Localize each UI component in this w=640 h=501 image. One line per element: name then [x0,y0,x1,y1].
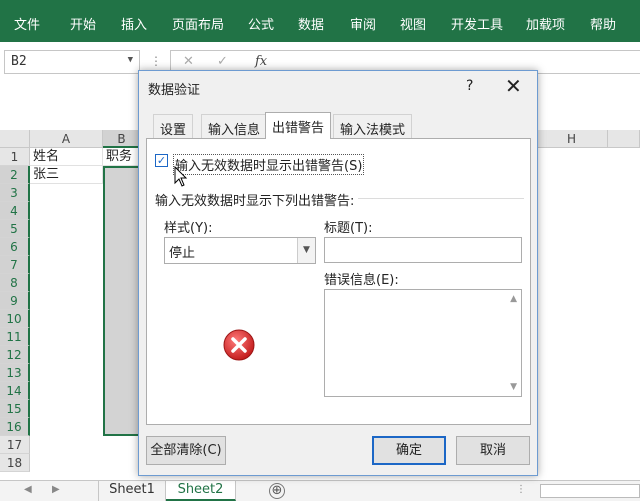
row-header[interactable]: 3 [0,184,30,202]
tab-input-message[interactable]: 输入信息 [201,114,268,138]
tab-view[interactable]: 视图 [400,14,426,33]
close-icon[interactable]: ✕ [505,74,522,98]
row-header[interactable]: 16 [0,418,30,436]
add-sheet-icon[interactable]: ⊕ [269,483,285,499]
sheet-tab-sheet1[interactable]: Sheet1 [98,481,166,501]
row-header[interactable]: 17 [0,436,30,454]
tab-formulas[interactable]: 公式 [248,14,274,33]
row-header[interactable]: 8 [0,274,30,292]
selected-range[interactable] [103,166,141,436]
row-header[interactable]: 9 [0,292,30,310]
tab-home[interactable]: 开始 [70,14,96,33]
dialog-title: 数据验证 [148,83,201,98]
data-validation-dialog: 数据验证 ? ✕ 设置 输入信息 出错警告 输入法模式 ✓ 输入无效数据时显示出… [138,70,538,476]
show-error-checkbox-label[interactable]: 输入无效数据时显示出错警告(S) [173,154,365,175]
column-header-i[interactable] [608,130,640,148]
cell-a2[interactable]: 张三 [30,166,103,184]
tab-settings[interactable]: 设置 [153,114,194,138]
column-header-a[interactable]: A [30,130,103,148]
name-box[interactable]: B2 ▼ [4,50,140,74]
tab-review[interactable]: 审阅 [350,14,376,33]
tab-page-layout[interactable]: 页面布局 [172,14,224,33]
row-header[interactable]: 1 [0,148,30,166]
row-header[interactable]: 11 [0,328,30,346]
title-label: 标题(T): [324,221,373,236]
style-select[interactable]: 停止 ▼ [164,237,316,264]
tab-file[interactable]: 文件 [14,14,40,33]
group-label: 输入无效数据时显示下列出错警告: [155,190,359,209]
enter-icon[interactable]: ✓ [217,54,228,69]
error-message-textarea[interactable]: ▲ ▼ [324,289,522,397]
tab-help[interactable]: 帮助 [590,14,616,33]
tab-developer[interactable]: 开发工具 [451,14,503,33]
tab-data[interactable]: 数据 [298,14,324,33]
chevron-down-icon[interactable]: ▼ [297,238,315,263]
error-alert-panel: ✓ 输入无效数据时显示出错警告(S) 输入无效数据时显示下列出错警告: 样式(Y… [146,138,531,425]
more-icon: ⋮ [516,484,526,495]
style-label: 样式(Y): [164,221,213,236]
ribbon-tabs: 文件 开始 插入 页面布局 公式 数据 审阅 视图 开发工具 加载项 帮助 [0,0,640,42]
chevron-down-icon[interactable]: ▼ [128,55,133,65]
row-header[interactable]: 6 [0,238,30,256]
row-header[interactable]: 10 [0,310,30,328]
cell-a1[interactable]: 姓名 [30,148,103,166]
insert-function-icon[interactable]: fx [255,54,267,69]
name-box-value: B2 [11,54,27,69]
stop-error-icon [223,329,255,361]
style-select-value: 停止 [169,246,196,261]
horizontal-scrollbar[interactable] [540,484,640,498]
scroll-left-icon[interactable]: ◀ [24,484,32,495]
cancel-icon[interactable]: ✕ [183,54,194,69]
cancel-button[interactable]: 取消 [456,436,530,465]
tab-ime-mode[interactable]: 输入法模式 [333,114,413,138]
row-header[interactable]: 2 [0,166,30,184]
scroll-right-icon[interactable]: ▶ [52,484,60,495]
mouse-cursor-icon [174,166,188,187]
row-header[interactable]: 18 [0,454,30,472]
row-header[interactable]: 15 [0,400,30,418]
row-header[interactable]: 14 [0,382,30,400]
tab-addins[interactable]: 加载项 [526,14,565,33]
column-header-b[interactable]: B [103,130,141,148]
select-all-corner[interactable] [0,130,30,148]
help-icon[interactable]: ? [466,78,473,94]
clear-all-button[interactable]: 全部清除(C) [146,436,226,465]
row-header[interactable]: 12 [0,346,30,364]
more-icon: ⋮ [150,54,162,68]
row-header[interactable]: 7 [0,256,30,274]
row-header[interactable]: 13 [0,364,30,382]
row-header[interactable]: 5 [0,220,30,238]
show-error-checkbox[interactable]: ✓ [155,154,168,167]
tab-error-alert[interactable]: 出错警告 [265,112,332,139]
scroll-up-icon[interactable]: ▲ [510,294,517,304]
ok-button[interactable]: 确定 [372,436,446,465]
cell-b1[interactable]: 职务 [103,148,141,166]
sheet-tab-bar: ◀ ▶ Sheet1 Sheet2 ⊕ ⋮ [0,480,640,501]
sheet-tab-sheet2[interactable]: Sheet2 [166,481,236,501]
column-header-h[interactable]: H [536,130,608,148]
title-input[interactable] [324,237,522,263]
tab-insert[interactable]: 插入 [121,14,147,33]
error-message-label: 错误信息(E): [324,273,399,288]
scroll-down-icon[interactable]: ▼ [510,382,517,392]
row-header[interactable]: 4 [0,202,30,220]
